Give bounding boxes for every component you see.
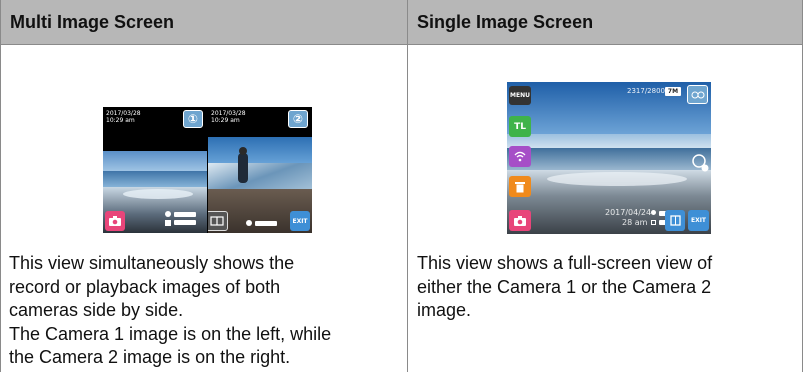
comparison-table: Multi Image Screen Single Image Screen 2… [0,0,803,372]
menu-button[interactable]: MENU [509,86,531,105]
table-border-left [0,0,1,372]
camera2-timestamp: 2017/03/28 10:29 am [211,110,246,124]
table-border-right [802,0,803,372]
description-line: This view simultaneously shows the [9,253,295,273]
wifi-icon [514,151,526,162]
description-line: either the Camera 1 or the Camera 2 [417,276,712,297]
dual-camera-icon [691,91,704,98]
dual-camera-button[interactable] [687,85,708,104]
multi-image-screenshot: 2017/03/28 10:29 am ① 2017/03/28 10:29 a… [103,107,312,233]
exit-button[interactable]: EXIT [688,210,709,231]
bar-icon [255,221,277,226]
wifi-button[interactable] [509,146,531,167]
camera-icon [109,216,121,226]
image-counter: 2317/2800 [627,87,665,95]
exit-button[interactable]: EXIT [290,211,310,231]
dot-icon [165,211,171,217]
single-image-description: This view shows a full-screen view of ei… [417,252,797,323]
dot-icon [651,210,656,215]
header-multi-image-screen: Multi Image Screen [1,0,407,44]
single-image-screenshot: MENU TL 2317/2800 7M 2017/04/24 28 am EX… [507,82,711,234]
trash-icon [515,181,525,192]
description-line: This view shows a full-screen view of [417,253,713,273]
square-icon [651,220,656,225]
multi-image-description: This view simultaneously shows the recor… [9,252,405,370]
split-view-button[interactable] [208,211,228,231]
record-button[interactable] [105,211,125,231]
camera-switch-icon [692,154,709,172]
record-button[interactable] [509,210,531,231]
tl-button[interactable]: TL [509,116,531,137]
camera-switch-button[interactable] [690,152,710,174]
camera1-badge[interactable]: ① [183,110,203,128]
bottom-date: 2017/04/24 [605,208,652,217]
split-view-icon [210,216,224,226]
camera-icon [514,215,526,226]
header-divider [0,44,803,45]
header-single-image-screen: Single Image Screen [408,0,802,44]
person-figure [238,153,248,183]
description-line: record or playback images of both [9,276,281,297]
description-line: The Camera 1 image is on the left, while [9,323,332,344]
camera2-pane: 2017/03/28 10:29 am ② EXIT [208,107,312,233]
image-size-badge: 7M [665,87,681,96]
split-view-icon [669,215,681,226]
column-divider [407,0,408,372]
camera2-badge[interactable]: ② [288,110,308,128]
bar-icon [174,220,196,225]
description-line: image. [417,300,472,320]
camera1-timestamp: 2017/03/28 10:29 am [106,110,141,124]
fullscreen-toggle-button[interactable] [665,210,685,231]
dot-icon [246,220,252,226]
camera1-pane: 2017/03/28 10:29 am ① [103,107,207,233]
bar-icon [174,212,196,217]
description-line: cameras side by side. [9,300,184,320]
square-icon [165,220,171,226]
bottom-time: 28 am [622,218,648,227]
description-line: the Camera 2 image is on the right. [9,347,291,367]
delete-button[interactable] [509,176,531,197]
